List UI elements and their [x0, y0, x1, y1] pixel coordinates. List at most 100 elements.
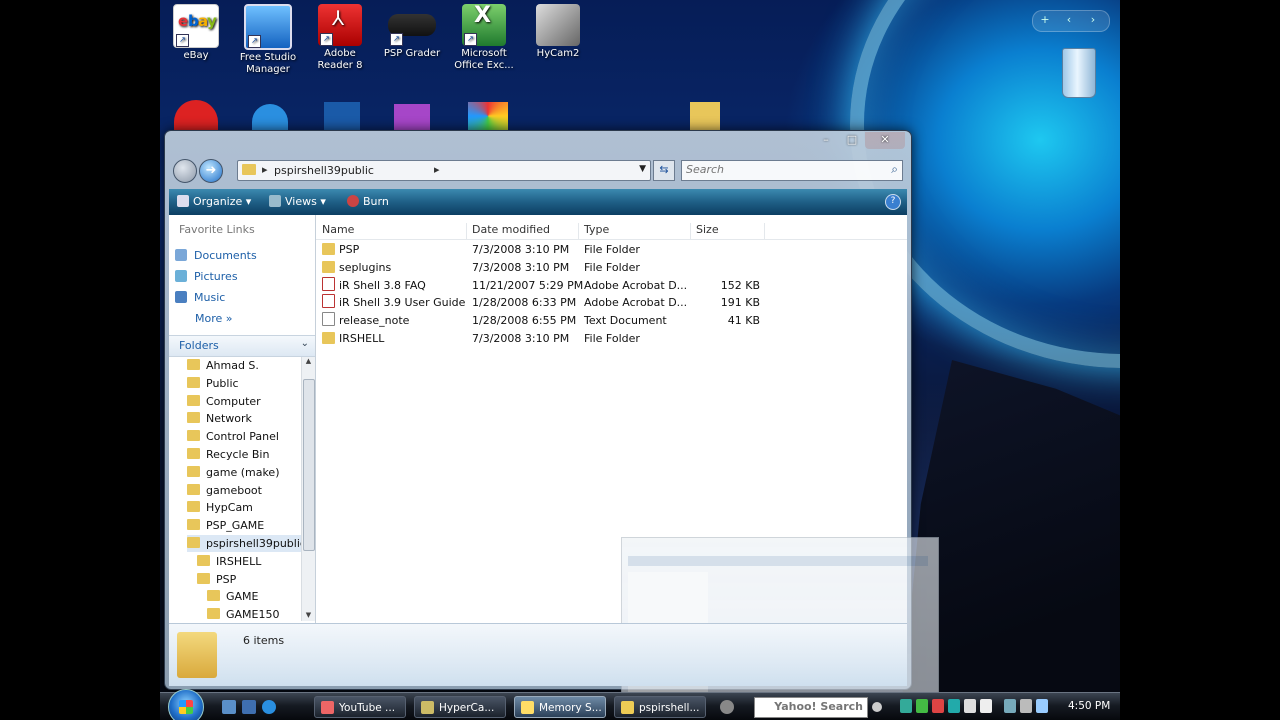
tray-icon[interactable]: [964, 699, 976, 713]
letterbox-right: [1120, 0, 1280, 720]
yahoo-search-box: [754, 697, 868, 718]
tree-item[interactable]: gameboot: [187, 482, 262, 499]
excel-icon: X ↗: [462, 4, 506, 46]
file-type: Adobe Acrobat D...: [584, 277, 687, 294]
scrollbar-thumb[interactable]: [303, 379, 315, 551]
file-type-text: Adobe Acrobat D...: [584, 278, 688, 292]
maximize-button[interactable]: □: [839, 132, 865, 149]
app-icon: [621, 701, 634, 714]
table-row[interactable]: iR Shell 3.9 User Guide 1/28/2008 6:33 PM…: [316, 294, 907, 311]
tray-icon[interactable]: [1036, 699, 1048, 713]
tree-item[interactable]: Computer: [187, 393, 261, 410]
taskbar-button-label: Memory S...: [539, 702, 602, 714]
column-header-date[interactable]: Date modified: [472, 223, 579, 239]
tree-item[interactable]: GAME: [207, 588, 259, 605]
start-button[interactable]: [168, 689, 204, 720]
search-input[interactable]: [686, 162, 876, 177]
table-row[interactable]: IRSHELL 7/3/2008 3:10 PM File Folder: [316, 330, 907, 347]
file-date-text: 11/21/2007 5:29 PM: [472, 278, 584, 292]
refresh-button[interactable]: ⇆: [653, 160, 675, 181]
address-bar[interactable]: ▸ pspirshell39public ▸ ▼: [237, 160, 651, 181]
gadget-prev-button[interactable]: ‹: [1057, 11, 1081, 29]
desktop-icon-psp-grader[interactable]: ↗ PSP Grader: [380, 4, 444, 60]
gadget-next-button[interactable]: ›: [1081, 11, 1105, 29]
shortcut-arrow-icon: ↗: [248, 35, 261, 48]
close-button[interactable]: ✕: [865, 132, 905, 149]
shortcut-arrow-icon: ↗: [464, 33, 477, 46]
tree-item[interactable]: Ahmad S.: [187, 357, 259, 374]
yahoo-search-input[interactable]: [755, 698, 867, 715]
table-row[interactable]: iR Shell 3.8 FAQ 11/21/2007 5:29 PM Adobe …: [316, 276, 907, 294]
file-size: 152 KB: [696, 277, 760, 294]
tree-item[interactable]: Network: [187, 410, 252, 427]
search-icon[interactable]: [872, 702, 882, 712]
show-desktop-icon[interactable]: [222, 700, 236, 714]
column-header-name[interactable]: Name: [322, 223, 467, 239]
views-icon: [269, 195, 281, 207]
desktop-icon-label: Adobe Reader 8: [317, 48, 363, 71]
file-name-text: seplugins: [339, 260, 392, 274]
back-button[interactable]: [173, 159, 197, 183]
file-type: File Folder: [584, 241, 640, 258]
favorite-music[interactable]: Music: [175, 289, 225, 307]
table-row[interactable]: seplugins 7/3/2008 3:10 PM File Folder: [316, 259, 907, 276]
chevron-down-icon[interactable]: ▼: [639, 164, 646, 174]
views-button[interactable]: Views ▾: [269, 194, 326, 210]
tray-icon[interactable]: [948, 699, 960, 713]
network-icon[interactable]: [1004, 699, 1016, 713]
folders-header[interactable]: Folders ⌄: [169, 335, 315, 357]
table-row[interactable]: release_note 1/28/2008 6:55 PM Text Docume…: [316, 312, 907, 329]
favorite-documents[interactable]: Documents: [175, 247, 257, 265]
tree-item[interactable]: HypCam: [187, 499, 253, 516]
tree-item[interactable]: Control Panel: [187, 428, 279, 445]
minimize-button[interactable]: –: [813, 132, 839, 149]
tree-item[interactable]: Public: [187, 375, 239, 392]
scroll-down-icon[interactable]: ▼: [302, 611, 315, 621]
tree-item[interactable]: PSP_GAME: [187, 517, 264, 534]
desktop-icon-adobe-reader[interactable]: ⅄ ↗ Adobe Reader 8: [308, 4, 372, 72]
column-header-size[interactable]: Size: [696, 223, 765, 239]
tray-icon[interactable]: [932, 699, 944, 713]
breadcrumb[interactable]: pspirshell39public: [274, 164, 374, 177]
file-date-text: 1/28/2008 6:55 PM: [472, 314, 577, 328]
gadget-add-button[interactable]: +: [1033, 11, 1057, 29]
taskbar-button[interactable]: Memory S...: [514, 696, 606, 718]
desktop-icon-hycam[interactable]: HyCam2: [526, 4, 590, 60]
favorite-more-link[interactable]: More »: [195, 310, 233, 328]
taskbar-button[interactable]: HyperCa...: [414, 696, 506, 718]
tree-item[interactable]: Recycle Bin: [187, 446, 269, 463]
organize-label: Organize: [193, 195, 243, 208]
tree-item[interactable]: game (make): [187, 464, 280, 481]
tray-icon[interactable]: [980, 699, 992, 713]
volume-icon[interactable]: [1020, 699, 1032, 713]
switch-windows-icon[interactable]: [242, 700, 256, 714]
taskbar-button[interactable]: YouTube ...: [314, 696, 406, 718]
tree-scrollbar[interactable]: ▲ ▼: [301, 357, 315, 621]
desktop-icon-label: HyCam2: [536, 48, 580, 59]
desktop-icon-excel[interactable]: X ↗ Microsoft Office Exc...: [452, 4, 516, 72]
tray-icon[interactable]: [916, 699, 928, 713]
table-row[interactable]: PSP 7/3/2008 3:10 PM File Folder: [316, 241, 907, 258]
internet-explorer-icon[interactable]: [262, 700, 276, 714]
file-date: 7/3/2008 3:10 PM: [472, 330, 569, 347]
hp-icon[interactable]: [720, 700, 734, 714]
taskbar-button[interactable]: pspirshell...: [614, 696, 706, 718]
tree-item[interactable]: PSP: [197, 571, 236, 588]
organize-button[interactable]: Organize ▾: [177, 194, 251, 210]
recycle-bin-icon[interactable]: [1058, 44, 1098, 100]
search-icon[interactable]: ⌕: [891, 162, 898, 177]
tree-item[interactable]: pspirshell39public: [187, 535, 301, 552]
tree-item[interactable]: GAME150: [207, 606, 280, 621]
burn-button[interactable]: Burn: [347, 194, 389, 210]
clock[interactable]: 4:50 PM: [1068, 700, 1110, 712]
desktop-icon-free-studio[interactable]: ↗ Free Studio Manager: [236, 4, 300, 76]
column-header-type[interactable]: Type: [584, 223, 691, 239]
tree-item-label: GAME150: [226, 608, 280, 621]
tray-icon[interactable]: [900, 699, 912, 713]
tree-item[interactable]: IRSHELL: [197, 553, 261, 570]
scroll-up-icon[interactable]: ▲: [302, 357, 315, 367]
desktop-icon-ebay[interactable]: ebay ↗ eBay: [164, 4, 228, 62]
help-button[interactable]: ?: [885, 194, 901, 210]
forward-button[interactable]: ➜: [199, 159, 223, 183]
favorite-pictures[interactable]: Pictures: [175, 268, 238, 286]
